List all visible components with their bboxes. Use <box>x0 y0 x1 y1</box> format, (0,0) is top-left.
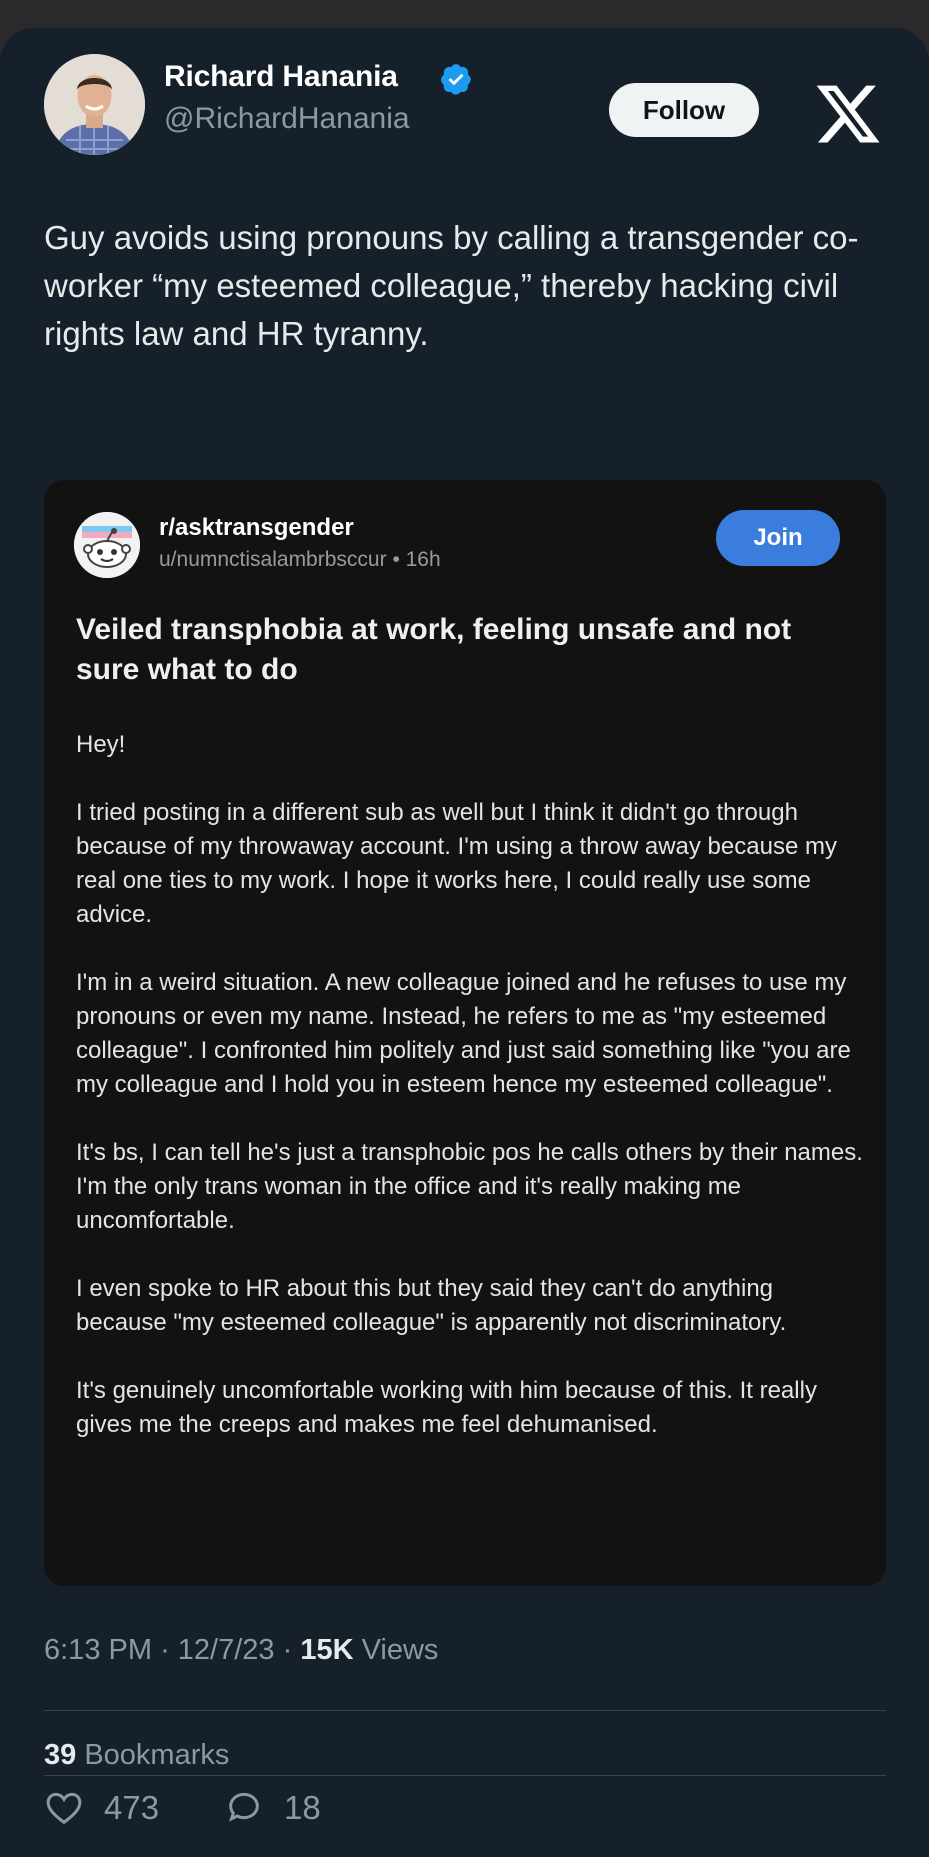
author-display-name[interactable]: Richard Hanania <box>164 60 398 94</box>
post-age: 16h <box>405 548 441 571</box>
subreddit-name[interactable]: r/asktransgender <box>159 514 354 542</box>
bookmarks-count: 39 <box>44 1739 77 1771</box>
quoted-reddit-post[interactable]: r/asktransgender u/numnctisalambrbsccur … <box>44 480 886 1586</box>
views-label: Views <box>361 1634 439 1666</box>
x-logo-icon[interactable] <box>811 79 885 149</box>
like-count: 473 <box>104 1789 160 1826</box>
post-paragraph: Hey! <box>76 731 126 758</box>
avatar-photo <box>44 54 145 155</box>
like-button[interactable]: 473 <box>44 1788 159 1828</box>
tweet-card: Richard Hanania @RichardHanania Follow G… <box>0 28 929 1857</box>
post-paragraph: I'm in a weird situation. A new colleagu… <box>76 969 851 1098</box>
reply-button[interactable]: 18 <box>224 1788 321 1828</box>
follow-button[interactable]: Follow <box>609 83 759 137</box>
join-button[interactable]: Join <box>716 510 840 566</box>
heart-icon <box>46 1792 82 1825</box>
post-username[interactable]: u/numnctisalambrbsccur <box>159 548 387 571</box>
tweet-time[interactable]: 6:13 PM <box>44 1634 152 1666</box>
post-paragraph: It's genuinely uncomfortable working wit… <box>76 1377 817 1438</box>
meta-separator: • <box>392 548 406 571</box>
verified-badge-icon <box>441 64 471 95</box>
author-handle[interactable]: @RichardHanania <box>164 102 410 136</box>
tweet-header: Richard Hanania @RichardHanania Follow <box>44 54 904 158</box>
post-paragraph: It's bs, I can tell he's just a transpho… <box>76 1139 863 1234</box>
post-meta: u/numnctisalambrbsccur • 16h <box>159 548 441 572</box>
time-separator: · <box>282 1634 301 1666</box>
time-separator: · <box>160 1634 178 1666</box>
author-avatar[interactable] <box>44 54 145 155</box>
post-title: Veiled transphobia at work, feeling unsa… <box>76 613 792 686</box>
subreddit-avatar[interactable] <box>74 512 140 578</box>
divider <box>44 1775 886 1776</box>
reply-count: 18 <box>284 1789 321 1826</box>
bookmarks-label: Bookmarks <box>84 1739 230 1771</box>
tweet-actions: 473 18 <box>44 1788 444 1838</box>
reply-bubble-icon <box>228 1792 259 1822</box>
tweet-date[interactable]: 12/7/23 <box>178 1634 275 1666</box>
views-count: 15K <box>300 1634 354 1666</box>
reddit-snoo-icon <box>74 512 140 578</box>
post-paragraph: I even spoke to HR about this but they s… <box>76 1275 787 1336</box>
tweet-text: Guy avoids using pronouns by calling a t… <box>44 219 859 352</box>
divider <box>44 1710 886 1711</box>
post-body: Hey! I tried posting in a different sub … <box>76 728 866 1476</box>
post-paragraph: I tried posting in a different sub as we… <box>76 799 837 928</box>
bookmarks-stat[interactable]: 39 Bookmarks <box>44 1739 229 1772</box>
tweet-timestamp: 6:13 PM · 12/7/23 · 15K Views <box>44 1634 438 1667</box>
